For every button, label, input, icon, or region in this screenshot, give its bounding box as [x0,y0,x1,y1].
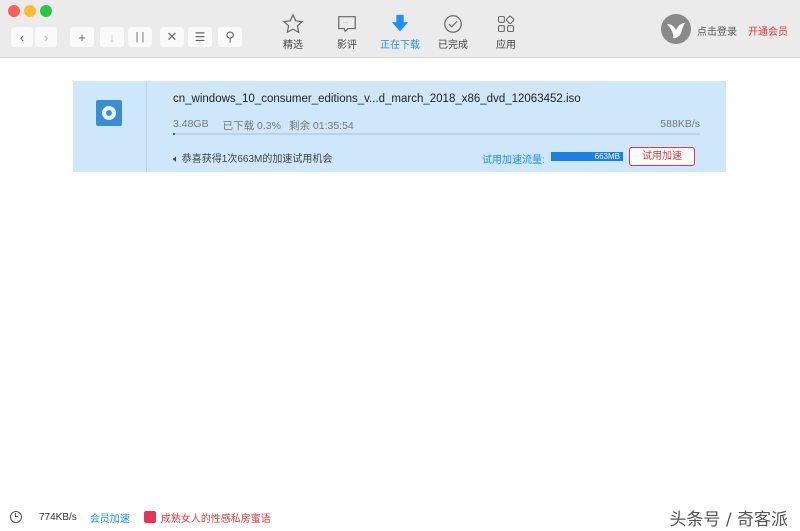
vip-link[interactable]: 开通会员 [748,23,788,38]
watermark: 头条号 / 奇客派 [669,510,788,530]
ad-icon [143,511,156,523]
nav-featured[interactable]: 精选 [268,12,318,51]
star-icon [268,12,318,36]
login-link[interactable]: 点击登录 [697,23,737,38]
check-circle-icon [428,12,478,36]
trial-quota-bar: 663MB [551,152,623,161]
start-download-button[interactable]: ↓ [100,27,124,47]
pause-button[interactable]: | | [128,27,152,47]
disc-icon [96,100,122,126]
forward-button[interactable]: › [35,27,57,47]
nav-downloading[interactable]: 正在下载 [375,12,425,51]
download-item[interactable]: cn_windows_10_consumer_editions_v...d_ma… [73,81,726,172]
nav-completed[interactable]: 已完成 [428,12,478,51]
status-bar: 774KB/s 会员加速 成熟女人的性感私房蜜语 头条号 / 奇客派 [0,505,800,530]
total-speed: 774KB/s [39,511,77,523]
toolbar: ‹ › + ↓ | | ✕ ☰ ⚲ 精选 ··· 影评 正在下载 已完成 应用 点… [0,0,800,58]
ad-link[interactable]: 成熟女人的性感私房蜜语 [161,510,271,525]
sort-list-button[interactable]: ☰ [188,27,212,47]
trial-accelerate-button[interactable]: 试用加速 [629,147,695,166]
avatar[interactable] [661,14,691,44]
close-window-button[interactable] [8,5,20,17]
nav-apps[interactable]: 应用 [481,12,531,51]
file-name: cn_windows_10_consumer_editions_v...d_ma… [173,93,581,105]
time-remaining: 剩余 01:35:54 [288,120,354,132]
trial-label: 试用加速流量: [482,155,545,166]
progress-bar [173,133,700,135]
file-size: 3.48GB [173,118,209,130]
download-icon [375,12,425,36]
maximize-window-button[interactable] [40,5,52,17]
delete-button[interactable]: ✕ [160,27,184,47]
svg-text:···: ··· [342,20,348,26]
add-task-button[interactable]: + [70,27,94,47]
search-button[interactable]: ⚲ [218,27,242,47]
trial-notice: 恭喜获得1次663M的加速试用机会 [181,154,333,165]
clock-icon [10,511,22,523]
speaker-icon: 🔈︎ [173,154,179,165]
download-speed: 588KB/s [660,118,700,130]
comment-icon: ··· [322,12,372,36]
apps-icon [481,12,531,36]
nav-reviews[interactable]: ··· 影评 [322,12,372,51]
vip-accelerate-link[interactable]: 会员加速 [90,510,130,525]
minimize-window-button[interactable] [24,5,36,17]
downloaded-percent: 已下载 0.3% [222,120,281,132]
back-button[interactable]: ‹ [11,27,33,47]
